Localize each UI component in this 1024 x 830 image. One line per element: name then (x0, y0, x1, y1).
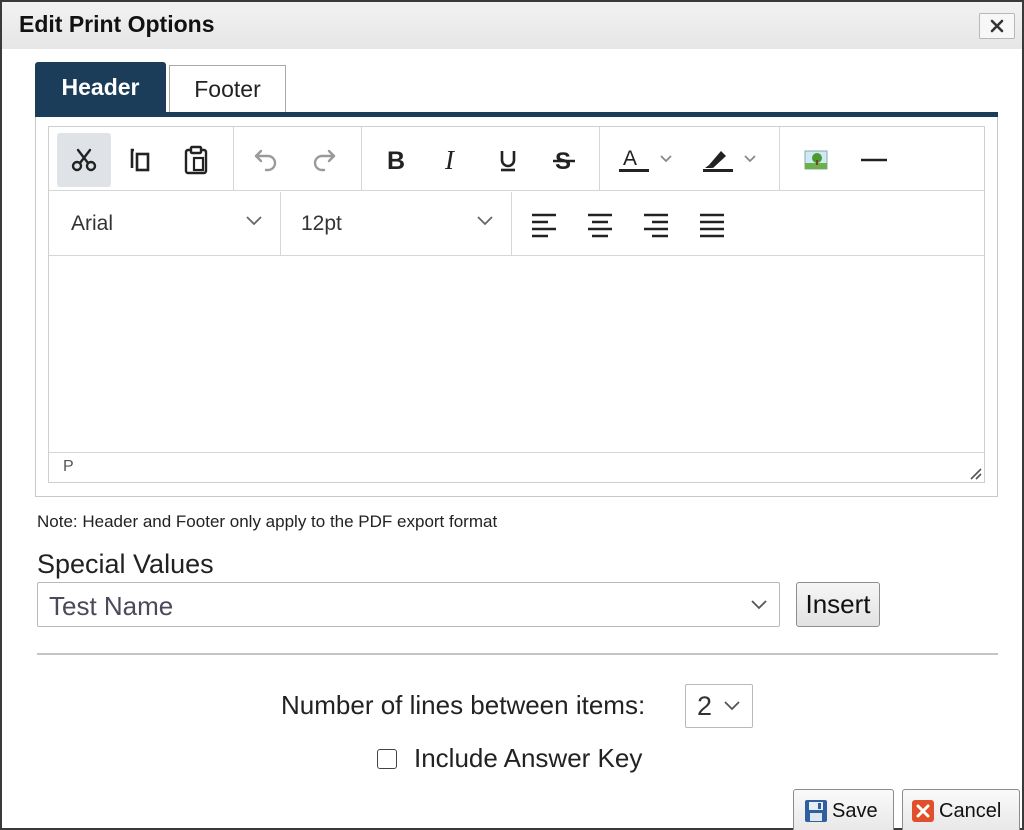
svg-text:B: B (387, 147, 405, 174)
include-answer-key-checkbox[interactable] (377, 749, 397, 769)
align-center-button[interactable] (573, 198, 627, 252)
rich-text-editor: B I S A Arial 12pt P (48, 126, 985, 483)
edit-print-options-dialog: Edit Print Options Header Footer B I S A… (0, 0, 1024, 830)
bold-button[interactable]: B (369, 133, 423, 187)
include-answer-key-label[interactable]: Include Answer Key (414, 743, 642, 774)
font-family-value: Arial (71, 212, 114, 235)
save-icon (805, 800, 827, 822)
insert-button[interactable]: Insert (796, 582, 880, 627)
lines-between-items-label: Number of lines between items: (281, 690, 646, 720)
underline-button[interactable] (481, 133, 535, 187)
font-family-select[interactable]: Arial (49, 192, 280, 256)
align-right-button[interactable] (629, 198, 683, 252)
redo-icon (313, 149, 336, 172)
special-values-value: Test Name (49, 591, 174, 621)
highlight-color-button[interactable] (691, 133, 773, 187)
special-values-select[interactable]: Test Name (37, 582, 780, 627)
cut-button[interactable] (57, 133, 111, 187)
cut-icon (71, 148, 97, 172)
chevron-down-icon (477, 216, 493, 226)
insert-image-button[interactable] (789, 133, 843, 187)
align-left-button[interactable] (517, 198, 571, 252)
cancel-label: Cancel (939, 799, 1002, 822)
lines-between-items-value: 2 (697, 691, 713, 721)
special-values-label: Special Values (37, 549, 214, 579)
save-label: Save (832, 799, 878, 822)
editor-toolbar-format: Arial 12pt (49, 192, 984, 256)
horizontal-rule-icon (861, 158, 887, 162)
close-icon (990, 19, 1004, 33)
chevron-down-icon (751, 600, 767, 610)
bold-icon: B (387, 147, 405, 174)
paste-button[interactable] (169, 133, 223, 187)
horizontal-rule-button[interactable] (847, 133, 901, 187)
paste-icon (184, 145, 208, 175)
cancel-icon (912, 800, 934, 822)
cancel-button[interactable]: Cancel (902, 789, 1020, 830)
undo-button[interactable] (239, 133, 293, 187)
editor-content-area[interactable] (49, 257, 984, 452)
align-right-icon (644, 213, 668, 238)
editor-statusbar: P (49, 452, 984, 482)
svg-text:A: A (623, 147, 637, 170)
image-icon (804, 150, 828, 170)
chevron-down-icon (724, 701, 740, 711)
text-color-button[interactable]: A (607, 133, 689, 187)
element-path: P (63, 458, 74, 475)
italic-button[interactable]: I (425, 133, 479, 187)
align-justify-icon (700, 213, 724, 238)
copy-button[interactable] (113, 133, 167, 187)
align-center-icon (588, 213, 612, 238)
underline-icon (500, 151, 516, 172)
italic-icon: I (444, 146, 456, 174)
save-button[interactable]: Save (793, 789, 894, 830)
pdf-format-note: Note: Header and Footer only apply to th… (37, 512, 498, 531)
tab-header[interactable]: Header (35, 62, 166, 113)
align-justify-button[interactable] (685, 198, 739, 252)
close-button[interactable] (979, 13, 1015, 39)
chevron-down-icon (246, 216, 262, 226)
resize-handle-icon[interactable] (968, 466, 982, 480)
font-size-value: 12pt (301, 212, 342, 235)
section-divider (37, 653, 998, 655)
font-size-select[interactable]: 12pt (281, 192, 511, 256)
svg-text:I: I (444, 146, 456, 174)
align-left-icon (532, 213, 556, 238)
strikethrough-icon: S (553, 148, 575, 174)
dialog-title: Edit Print Options (19, 11, 215, 37)
undo-icon (254, 149, 277, 172)
highlight-color-icon (703, 151, 756, 172)
strikethrough-button[interactable]: S (537, 133, 591, 187)
lines-between-items-select[interactable]: 2 (685, 684, 753, 728)
redo-button[interactable] (297, 133, 351, 187)
editor-toolbar-main: B I S A (49, 127, 984, 191)
copy-icon (130, 148, 150, 172)
text-color-icon: A (619, 147, 672, 172)
dialog-titlebar: Edit Print Options (2, 2, 1022, 49)
tab-footer[interactable]: Footer (169, 65, 286, 113)
